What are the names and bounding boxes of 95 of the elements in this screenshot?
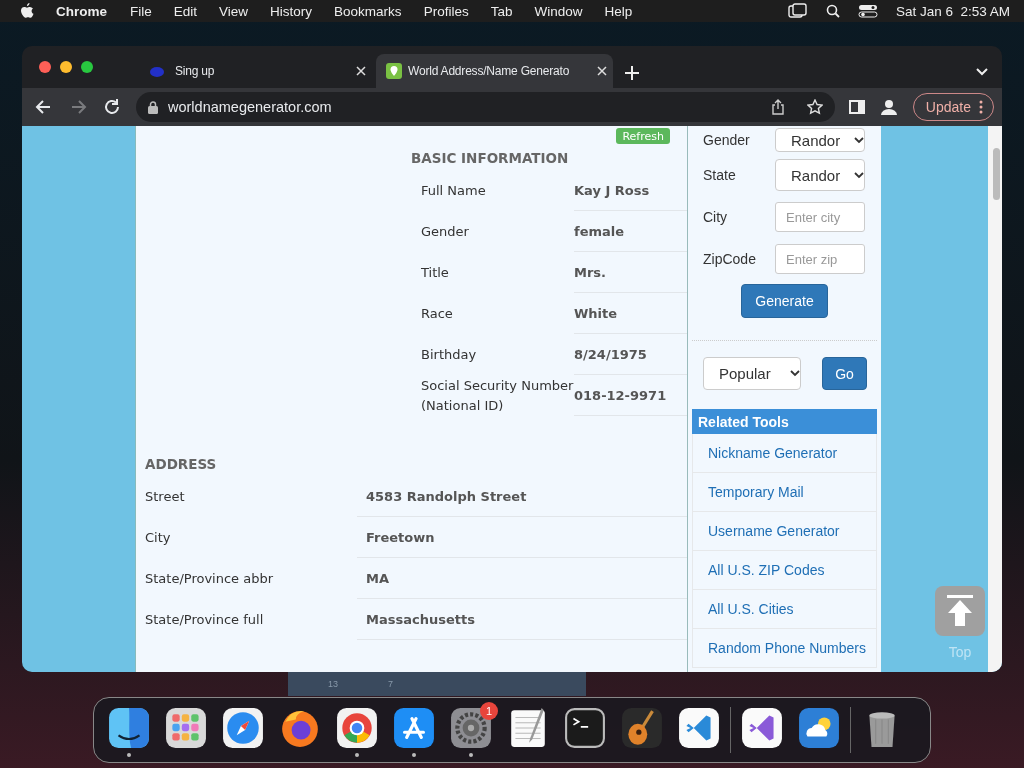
field-label: Street [145,487,186,506]
menu-item[interactable]: View [219,3,249,19]
field-label: City [145,528,172,547]
form-label: State [703,167,737,183]
ring-icon[interactable] [336,707,378,749]
chevron-down-icon [790,370,800,377]
screen-mirroring-icon[interactable] [787,3,808,19]
guitar-icon[interactable] [621,707,663,749]
related-tool-link[interactable]: All U.S. ZIP Codes [692,551,877,590]
close-window-button[interactable] [39,61,51,73]
select-field[interactable]: Randor [775,159,865,191]
two-tone-face-icon[interactable] [108,707,150,749]
new-tab-icon[interactable] [625,66,639,80]
arrow-up-icon [945,594,975,628]
share-icon[interactable] [770,99,785,115]
form-label: Gender [703,132,751,148]
field-value: 8/24/1975 [574,334,687,375]
grid-icon[interactable] [165,707,207,749]
terminal-icon[interactable] [564,707,606,749]
profile-icon[interactable] [878,97,899,117]
zoom-window-button[interactable] [81,61,93,73]
gear-icon[interactable] [450,707,492,749]
field-value: 4583 Randolph Street [357,476,687,517]
more-icon[interactable] [979,100,983,114]
text-field[interactable]: Enter zip [775,244,865,274]
field-value: Mrs. [574,252,687,293]
section-heading: BASIC INFORMATION [411,149,570,168]
field-value: White [574,293,687,334]
lock-icon [148,100,158,114]
field-label: Birthday [420,345,478,364]
close-tab-icon[interactable] [356,66,366,76]
field-value: female [574,211,687,252]
apple-logo-icon[interactable] [20,3,34,19]
cloud-sun-icon[interactable] [798,707,840,749]
menubar-clock[interactable]: Sat Jan 6 2:53 AM [895,3,1010,19]
menu-item[interactable]: Help [604,3,633,19]
ribbon-icon[interactable] [741,707,783,749]
text-field[interactable]: Enter city [775,202,865,232]
menu-item[interactable]: Window [534,3,583,19]
pencil-lines-icon[interactable] [393,707,435,749]
control-center-icon[interactable] [857,4,878,18]
field-value: Kay J Ross [574,170,687,211]
tab-search-chevron-icon[interactable] [976,68,988,76]
close-tab-icon[interactable] [597,66,607,76]
reload-button[interactable] [102,97,122,117]
form-label: City [703,209,729,225]
minimize-window-button[interactable] [60,61,72,73]
chevron-down-icon [854,136,864,144]
field-label: Full Name [420,181,487,200]
related-tool-link[interactable]: Nickname Generator [692,434,877,473]
background-text: 13 [328,679,338,689]
menu-item[interactable]: File [130,3,152,19]
menu-item[interactable]: Tab [490,3,513,19]
menu-item[interactable]: Edit [173,3,198,19]
chevron-down-icon [854,171,864,179]
field-label: State/Province full [145,610,265,629]
select-field[interactable]: Randor [775,128,865,152]
select-field[interactable]: Popular [703,357,801,390]
ribbon-icon[interactable] [678,707,720,749]
related-tool-link[interactable]: Username Generator [692,512,877,551]
field-label: State/Province abbr [145,569,275,588]
field-value: 018-12-9971 [574,375,687,416]
related-tool-link[interactable]: Temporary Mail [692,473,877,512]
background-text: 7 [388,679,394,689]
field-value: Massachusetts [357,599,687,640]
go-button[interactable]: Go [822,357,867,390]
field-value: Freetown [357,517,687,558]
browser-tab[interactable]: Sing up [139,54,376,88]
section-heading: ADDRESS [145,455,218,474]
back-to-top-button[interactable] [935,586,985,636]
pin-favicon-icon [386,63,402,79]
browser-tab[interactable]: World Address/Name Generato [376,54,613,88]
menu-item[interactable]: Profiles [423,3,469,19]
compass-icon[interactable] [222,707,264,749]
notification-badge: 1 [480,702,498,720]
generate-button[interactable]: Generate [741,284,828,318]
field-label: Social Security Number (National ID) [420,376,574,415]
field-label: Race [420,304,454,323]
related-tools-heading: Related Tools [692,409,877,434]
app-menu[interactable]: Chrome [56,3,107,19]
search-icon[interactable] [825,4,840,18]
blob-favicon-icon [149,65,165,77]
menu-item[interactable]: Bookmarks [334,3,402,19]
field-label: Title [420,263,450,282]
form-label: ZipCode [703,251,757,267]
field-label: Gender [420,222,470,241]
scrollbar-thumb[interactable] [993,148,1000,200]
field-value: MA [357,558,687,599]
related-tool-link[interactable]: Random Phone Numbers [692,629,877,668]
related-tool-link[interactable]: All U.S. Cities [692,590,877,629]
back-to-top-label: Top [948,644,972,660]
menu-item[interactable]: History [270,3,313,19]
side-panel-icon[interactable] [848,100,865,114]
address-bar[interactable]: worldnamegenerator.com [136,92,835,122]
star-icon[interactable] [806,99,823,115]
